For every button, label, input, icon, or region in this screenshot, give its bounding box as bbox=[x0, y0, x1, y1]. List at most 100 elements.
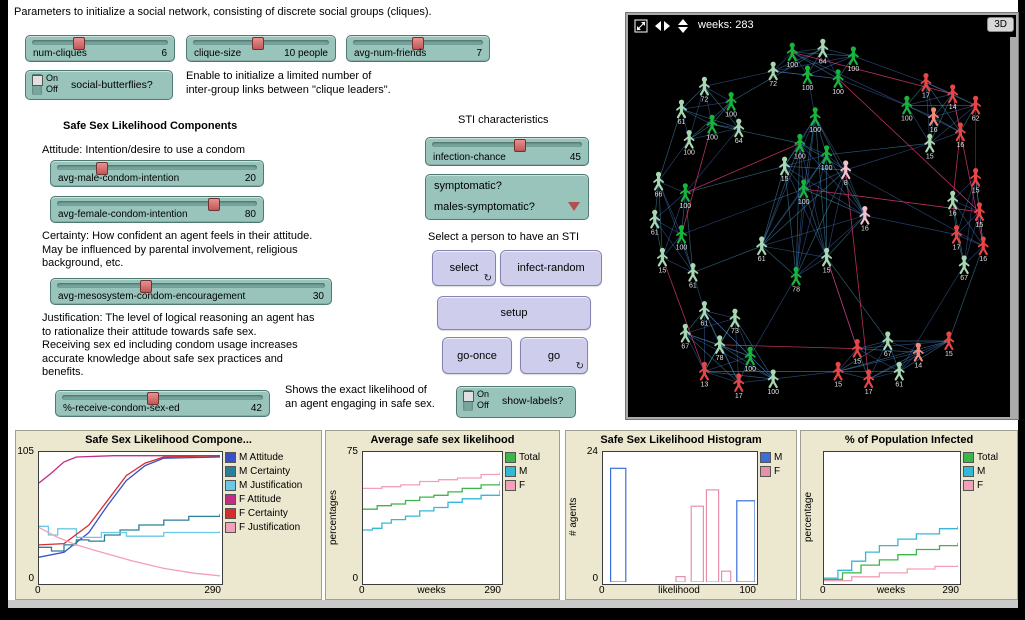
agent-label: 61 bbox=[689, 283, 697, 290]
switch-label: show-labels? bbox=[502, 395, 563, 407]
histogram-bar bbox=[676, 577, 685, 582]
person-agent[interactable]: 100 bbox=[901, 96, 913, 123]
person-agent[interactable]: 64 bbox=[818, 39, 827, 66]
plot-area bbox=[823, 451, 961, 585]
agent-label: 61 bbox=[701, 321, 709, 328]
world-canvas[interactable]: 1006410010010072721006110064100661006110… bbox=[628, 37, 1010, 417]
slider-label: %-receive-condom-sex-ed bbox=[63, 403, 180, 414]
person-agent[interactable]: 15 bbox=[834, 362, 843, 389]
agent-label: 66 bbox=[655, 191, 663, 198]
network-link bbox=[857, 349, 899, 372]
person-agent[interactable]: 100 bbox=[809, 107, 821, 134]
person-agent[interactable]: 61 bbox=[757, 236, 766, 263]
switch-toggle[interactable] bbox=[32, 74, 42, 95]
slider-avg-num-friends[interactable]: avg-num-friends 7 bbox=[346, 35, 490, 62]
person-agent[interactable]: 16 bbox=[948, 191, 957, 218]
agent-label: 100 bbox=[798, 199, 810, 206]
person-agent[interactable]: 78 bbox=[792, 267, 801, 294]
switch-knob[interactable] bbox=[463, 391, 474, 402]
legend-swatch bbox=[225, 480, 236, 491]
network-link bbox=[685, 166, 784, 193]
slider-clique-size[interactable]: clique-size 10 people bbox=[186, 35, 336, 62]
slider-track bbox=[353, 40, 483, 45]
person-agent[interactable]: 15 bbox=[975, 202, 984, 229]
vertical-arrows-icon[interactable] bbox=[676, 19, 691, 33]
person-agent[interactable]: 61 bbox=[688, 263, 697, 290]
person-agent[interactable]: 72 bbox=[769, 62, 778, 89]
slider-avg-mesosystem-condom-encouragement[interactable]: avg-mesosystem-condom-encouragement 30 bbox=[50, 278, 332, 305]
legend-item: M bbox=[505, 466, 555, 477]
legend-item: F bbox=[963, 480, 1013, 491]
legend-swatch bbox=[225, 452, 236, 463]
slider-infection-chance[interactable]: infection-chance 45 bbox=[425, 137, 589, 166]
agent-label: 15 bbox=[658, 267, 666, 274]
switch-toggle[interactable] bbox=[463, 390, 473, 411]
slider-knob[interactable] bbox=[514, 139, 526, 152]
switch-show-labels[interactable]: On Off show-labels? bbox=[456, 386, 576, 418]
slider-value: 45 bbox=[570, 152, 581, 163]
person-agent[interactable]: 73 bbox=[730, 309, 739, 336]
agent-label: 16 bbox=[949, 210, 957, 217]
slider-knob[interactable] bbox=[252, 37, 264, 50]
network-link bbox=[762, 246, 796, 276]
slider-receive-condom-sex-ed[interactable]: %-receive-condom-sex-ed 42 bbox=[55, 390, 270, 417]
chooser-label: symptomatic? bbox=[434, 180, 502, 192]
infect-random-button[interactable]: infect-random bbox=[500, 250, 602, 286]
x-min-label: 0 bbox=[599, 585, 629, 596]
slider-track bbox=[432, 142, 582, 147]
person-agent[interactable]: 100 bbox=[706, 115, 718, 142]
view-3d-button[interactable]: 3D bbox=[987, 17, 1014, 32]
network-link bbox=[827, 257, 888, 341]
network-link bbox=[682, 109, 713, 124]
person-agent[interactable]: 67 bbox=[883, 331, 892, 358]
person-agent[interactable]: 100 bbox=[794, 134, 806, 161]
slider-num-cliques[interactable]: num-cliques 6 bbox=[25, 35, 175, 62]
person-agent[interactable]: 16 bbox=[979, 236, 988, 263]
world-view: weeks: 283 3D 10064100100100727210061100… bbox=[625, 12, 1019, 420]
person-agent[interactable]: 15 bbox=[658, 248, 667, 275]
network-link bbox=[659, 140, 690, 182]
go-once-button[interactable]: go-once bbox=[442, 337, 512, 374]
butterflies-note: Enable to initialize a limited number of… bbox=[186, 70, 486, 97]
select-button[interactable]: select ↻ bbox=[432, 250, 496, 286]
switch-social-butterflies[interactable]: On Off social-butterflies? bbox=[25, 70, 173, 100]
legend-swatch bbox=[963, 452, 974, 463]
legend-swatch bbox=[505, 480, 516, 491]
person-agent[interactable]: 100 bbox=[676, 225, 688, 252]
slider-label: avg-mesosystem-condom-encouragement bbox=[58, 291, 245, 302]
pan-zoom-icon[interactable] bbox=[634, 19, 649, 33]
x-axis-label: weeks bbox=[392, 585, 472, 596]
agent-label: 64 bbox=[819, 58, 827, 65]
network-link bbox=[750, 276, 796, 356]
agent-label: 78 bbox=[792, 286, 800, 293]
agent-label: 8 bbox=[844, 180, 848, 187]
plot-title: Safe Sex Likelihood Compone... bbox=[16, 434, 321, 446]
slider-knob[interactable] bbox=[208, 198, 220, 211]
switch-knob[interactable] bbox=[32, 75, 43, 86]
chooser-symptomatic[interactable]: symptomatic? males-symptomatic? bbox=[425, 174, 589, 220]
legend-item: F Attitude bbox=[225, 494, 317, 505]
person-agent[interactable]: 14 bbox=[914, 343, 923, 370]
person-agent[interactable]: 66 bbox=[654, 172, 663, 199]
network-link bbox=[792, 52, 853, 56]
person-agent[interactable]: 61 bbox=[677, 100, 686, 127]
setup-button[interactable]: setup bbox=[437, 296, 591, 330]
person-agent[interactable]: 100 bbox=[683, 130, 695, 157]
legend-swatch bbox=[225, 494, 236, 505]
person-agent[interactable]: 61 bbox=[650, 210, 659, 237]
slider-value: 7 bbox=[476, 48, 482, 59]
slider-avg-male-condom-intention[interactable]: avg-male-condom-intention 20 bbox=[50, 160, 264, 187]
person-agent[interactable]: 62 bbox=[971, 96, 980, 123]
legend-item: M Justification bbox=[225, 480, 317, 491]
go-button[interactable]: go ↻ bbox=[520, 337, 588, 374]
horizontal-arrows-icon[interactable] bbox=[655, 19, 670, 33]
person-agent[interactable]: 15 bbox=[944, 331, 953, 358]
slider-avg-female-condom-intention[interactable]: avg-female-condom-intention 80 bbox=[50, 196, 264, 223]
agent-label: 62 bbox=[972, 115, 980, 122]
person-agent[interactable]: 67 bbox=[960, 255, 969, 282]
plot-legend: M AttitudeM CertaintyM JustificationF At… bbox=[225, 452, 317, 536]
slider-track bbox=[57, 165, 257, 170]
person-agent[interactable]: 15 bbox=[971, 168, 980, 195]
person-agent[interactable]: 100 bbox=[767, 369, 779, 396]
person-agent[interactable]: 100 bbox=[848, 46, 860, 73]
